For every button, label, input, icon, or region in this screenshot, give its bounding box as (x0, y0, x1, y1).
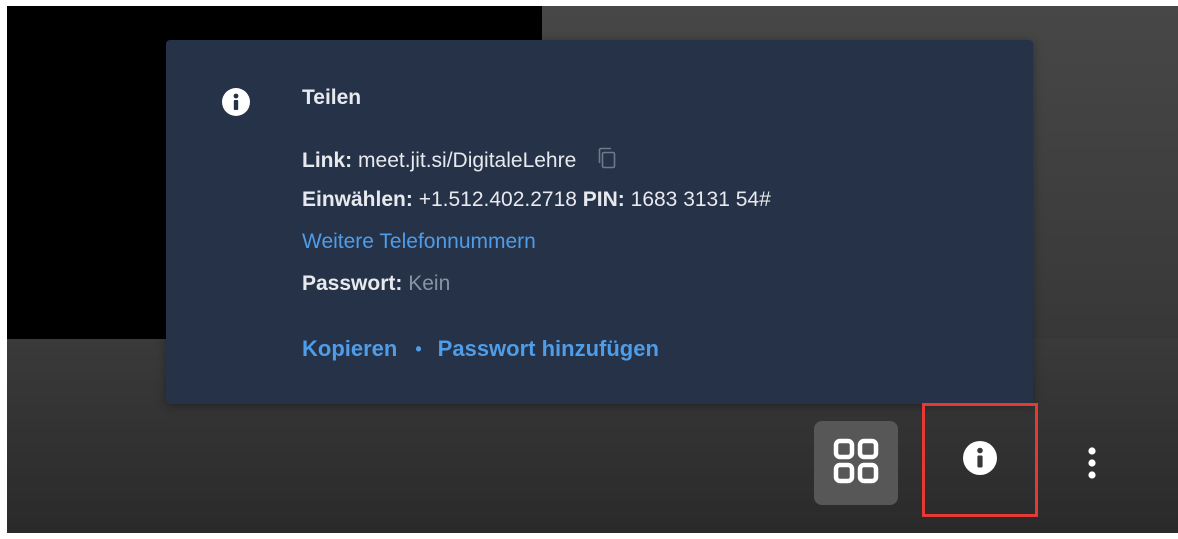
pin-label: PIN: (582, 188, 625, 211)
conference-stage: Teilen Link: meet.jit.si/DigitaleLehre E… (7, 6, 1178, 533)
link-label: Link: (302, 149, 353, 172)
meeting-link[interactable]: meet.jit.si/DigitaleLehre (358, 149, 576, 172)
copy-link-action[interactable]: Kopieren (302, 336, 397, 361)
more-options-button[interactable] (1073, 440, 1111, 490)
more-numbers-row: Weitere Telefonnummern (302, 230, 536, 254)
more-phone-numbers-link[interactable]: Weitere Telefonnummern (302, 230, 536, 253)
more-vertical-icon (1087, 446, 1097, 485)
popover-actions: Kopieren • Passwort hinzufügen (302, 336, 659, 362)
tile-view-icon (833, 438, 879, 489)
info-popover: Teilen Link: meet.jit.si/DigitaleLehre E… (166, 40, 1033, 404)
info-button[interactable] (922, 403, 1038, 517)
dial-in-row: Einwählen: +1.512.402.2718 PIN: 1683 313… (302, 188, 771, 212)
pin-value: 1683 3131 54# (630, 188, 771, 211)
info-icon (963, 440, 997, 480)
copy-icon[interactable] (596, 146, 618, 170)
password-label: Passwort: (302, 272, 403, 295)
password-value: Kein (408, 272, 451, 295)
info-icon (222, 88, 250, 116)
action-separator: • (415, 339, 422, 359)
dial-in-label: Einwählen: (302, 188, 413, 211)
popover-title: Teilen (302, 86, 362, 109)
dial-in-number: +1.512.402.2718 (418, 188, 577, 211)
tile-view-button[interactable] (814, 421, 898, 505)
link-row: Link: meet.jit.si/DigitaleLehre (302, 146, 618, 173)
add-password-action[interactable]: Passwort hinzufügen (438, 336, 659, 361)
password-row: Passwort: Kein (302, 272, 450, 296)
